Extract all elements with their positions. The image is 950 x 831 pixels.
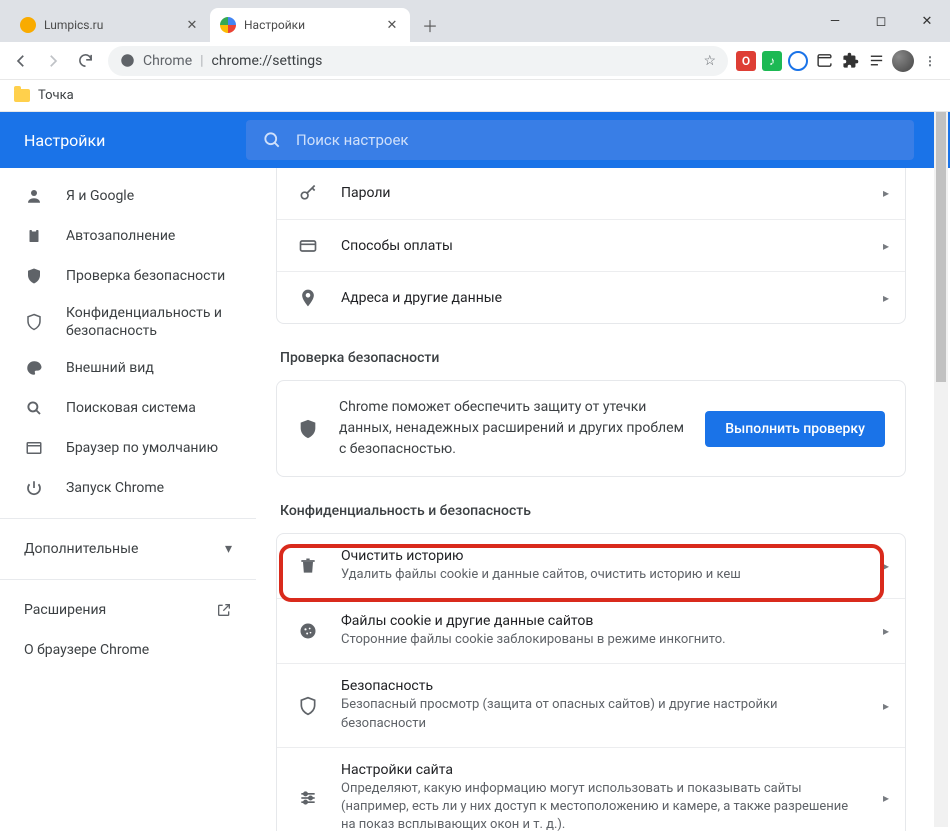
row-passwords[interactable]: Пароли ▸ bbox=[277, 168, 905, 219]
shield-check-icon bbox=[24, 267, 44, 285]
scrollbar-thumb[interactable] bbox=[936, 112, 946, 382]
sidebar-advanced[interactable]: Дополнительные ▾ bbox=[0, 529, 256, 569]
sidebar-item-safety-check[interactable]: Проверка безопасности bbox=[0, 256, 256, 296]
privacy-card: Очистить историю Удалить файлы cookie и … bbox=[276, 533, 906, 831]
sidebar-item-privacy[interactable]: Конфиденциальность и безопасность bbox=[0, 296, 256, 348]
window-controls: — ◻ ✕ bbox=[812, 0, 950, 42]
cookie-icon bbox=[297, 621, 319, 641]
close-window-button[interactable]: ✕ bbox=[904, 0, 950, 42]
chevron-right-icon: ▸ bbox=[883, 186, 889, 200]
tab-lumpics[interactable]: Lumpics.ru ✕ bbox=[10, 8, 210, 42]
row-clear-data[interactable]: Очистить историю Удалить файлы cookie и … bbox=[277, 534, 905, 598]
ext-icon-4[interactable] bbox=[814, 51, 834, 71]
maximize-button[interactable]: ◻ bbox=[858, 0, 904, 42]
profile-avatar[interactable] bbox=[892, 50, 914, 72]
tab-settings[interactable]: Настройки ✕ bbox=[210, 8, 410, 42]
external-link-icon bbox=[216, 602, 232, 618]
safety-description: Chrome поможет обеспечить защиту от утеч… bbox=[339, 397, 685, 460]
new-tab-button[interactable]: ＋ bbox=[416, 11, 444, 39]
page-scrollbar[interactable] bbox=[934, 112, 948, 827]
chevron-right-icon: ▸ bbox=[883, 239, 889, 253]
palette-icon bbox=[24, 359, 44, 377]
tab-title: Настройки bbox=[244, 18, 305, 32]
shield-check-icon bbox=[297, 418, 319, 440]
card-icon bbox=[297, 236, 319, 256]
url-path: chrome://settings bbox=[212, 53, 323, 69]
tab-title: Lumpics.ru bbox=[44, 18, 103, 32]
person-icon bbox=[24, 187, 44, 205]
browser-toolbar: Chrome | chrome://settings ☆ O ♪ ⋮ bbox=[0, 42, 950, 80]
row-site-settings[interactable]: Настройки сайта Определяют, какую информ… bbox=[277, 747, 905, 831]
shield-icon bbox=[24, 313, 44, 331]
page-title: Настройки bbox=[0, 131, 230, 150]
search-icon bbox=[262, 130, 282, 150]
sidebar-about[interactable]: О браузере Chrome bbox=[0, 630, 256, 670]
reload-button[interactable] bbox=[70, 46, 100, 76]
shield-icon bbox=[297, 696, 319, 716]
safety-section-title: Проверка безопасности bbox=[280, 350, 906, 366]
forward-button[interactable] bbox=[38, 46, 68, 76]
minimize-button[interactable]: — bbox=[812, 0, 858, 42]
sidebar-extensions[interactable]: Расширения bbox=[0, 590, 256, 630]
search-icon bbox=[24, 399, 44, 417]
run-safety-check-button[interactable]: Выполнить проверку bbox=[705, 411, 885, 447]
location-icon bbox=[297, 288, 319, 308]
ext-icon-1[interactable]: O bbox=[736, 51, 756, 71]
chevron-right-icon: ▸ bbox=[883, 699, 889, 713]
extensions-puzzle-icon[interactable] bbox=[840, 51, 860, 71]
bookmarks-bar: Точка bbox=[0, 80, 950, 112]
sidebar-item-appearance[interactable]: Внешний вид bbox=[0, 348, 256, 388]
ext-icon-2[interactable]: ♪ bbox=[762, 51, 782, 71]
close-icon[interactable]: ✕ bbox=[384, 17, 400, 33]
key-icon bbox=[297, 183, 319, 203]
sidebar-item-you-and-google[interactable]: Я и Google bbox=[0, 176, 256, 216]
favicon-lumpics bbox=[20, 17, 36, 33]
favicon-settings bbox=[220, 17, 236, 33]
url-scheme: Chrome bbox=[143, 53, 192, 69]
separator bbox=[0, 579, 256, 580]
power-icon bbox=[24, 479, 44, 497]
sidebar-item-on-startup[interactable]: Запуск Chrome bbox=[0, 468, 256, 508]
search-placeholder: Поиск настроек bbox=[296, 131, 409, 149]
close-icon[interactable]: ✕ bbox=[184, 17, 200, 33]
chevron-right-icon: ▸ bbox=[883, 291, 889, 305]
trash-icon bbox=[297, 556, 319, 576]
chevron-down-icon: ▾ bbox=[225, 541, 232, 557]
extension-icons: O ♪ ⋮ bbox=[736, 50, 944, 72]
ext-icon-3[interactable] bbox=[788, 51, 808, 71]
privacy-section-title: Конфиденциальность и безопасность bbox=[280, 503, 906, 519]
sidebar-item-autofill[interactable]: Автозаполнение bbox=[0, 216, 256, 256]
row-security[interactable]: Безопасность Безопасный просмотр (защита… bbox=[277, 663, 905, 746]
settings-sidebar: Я и Google Автозаполнение Проверка безоп… bbox=[0, 168, 256, 831]
settings-header: Настройки Поиск настроек bbox=[0, 112, 950, 168]
chrome-icon bbox=[120, 53, 135, 68]
reading-list-icon[interactable] bbox=[866, 51, 886, 71]
row-payment[interactable]: Способы оплаты ▸ bbox=[277, 219, 905, 271]
browser-icon bbox=[24, 439, 44, 457]
sidebar-item-default-browser[interactable]: Браузер по умолчанию bbox=[0, 428, 256, 468]
kebab-menu-icon[interactable]: ⋮ bbox=[920, 51, 940, 71]
settings-page: Настройки Поиск настроек Я и Google Авто… bbox=[0, 112, 950, 831]
window-titlebar: Lumpics.ru ✕ Настройки ✕ ＋ — ◻ ✕ bbox=[0, 0, 950, 42]
address-bar[interactable]: Chrome | chrome://settings ☆ bbox=[108, 46, 728, 76]
chevron-right-icon: ▸ bbox=[883, 559, 889, 573]
autofill-card: Пароли ▸ Способы оплаты ▸ Адреса и други… bbox=[276, 168, 906, 324]
separator bbox=[0, 518, 256, 519]
sidebar-item-search-engine[interactable]: Поисковая система bbox=[0, 388, 256, 428]
clipboard-icon bbox=[24, 227, 44, 245]
star-icon[interactable]: ☆ bbox=[703, 53, 716, 69]
back-button[interactable] bbox=[6, 46, 36, 76]
settings-main: Пароли ▸ Способы оплаты ▸ Адреса и други… bbox=[256, 168, 950, 831]
row-cookies[interactable]: Файлы cookie и другие данные сайтов Стор… bbox=[277, 598, 905, 663]
row-addresses[interactable]: Адреса и другие данные ▸ bbox=[277, 271, 905, 323]
settings-search[interactable]: Поиск настроек bbox=[246, 120, 914, 160]
sliders-icon bbox=[297, 788, 319, 808]
chevron-right-icon: ▸ bbox=[883, 624, 889, 638]
bookmark-item[interactable]: Точка bbox=[38, 88, 74, 103]
chevron-right-icon: ▸ bbox=[883, 791, 889, 805]
safety-check-card: Chrome поможет обеспечить защиту от утеч… bbox=[276, 380, 906, 477]
folder-icon bbox=[14, 89, 30, 102]
